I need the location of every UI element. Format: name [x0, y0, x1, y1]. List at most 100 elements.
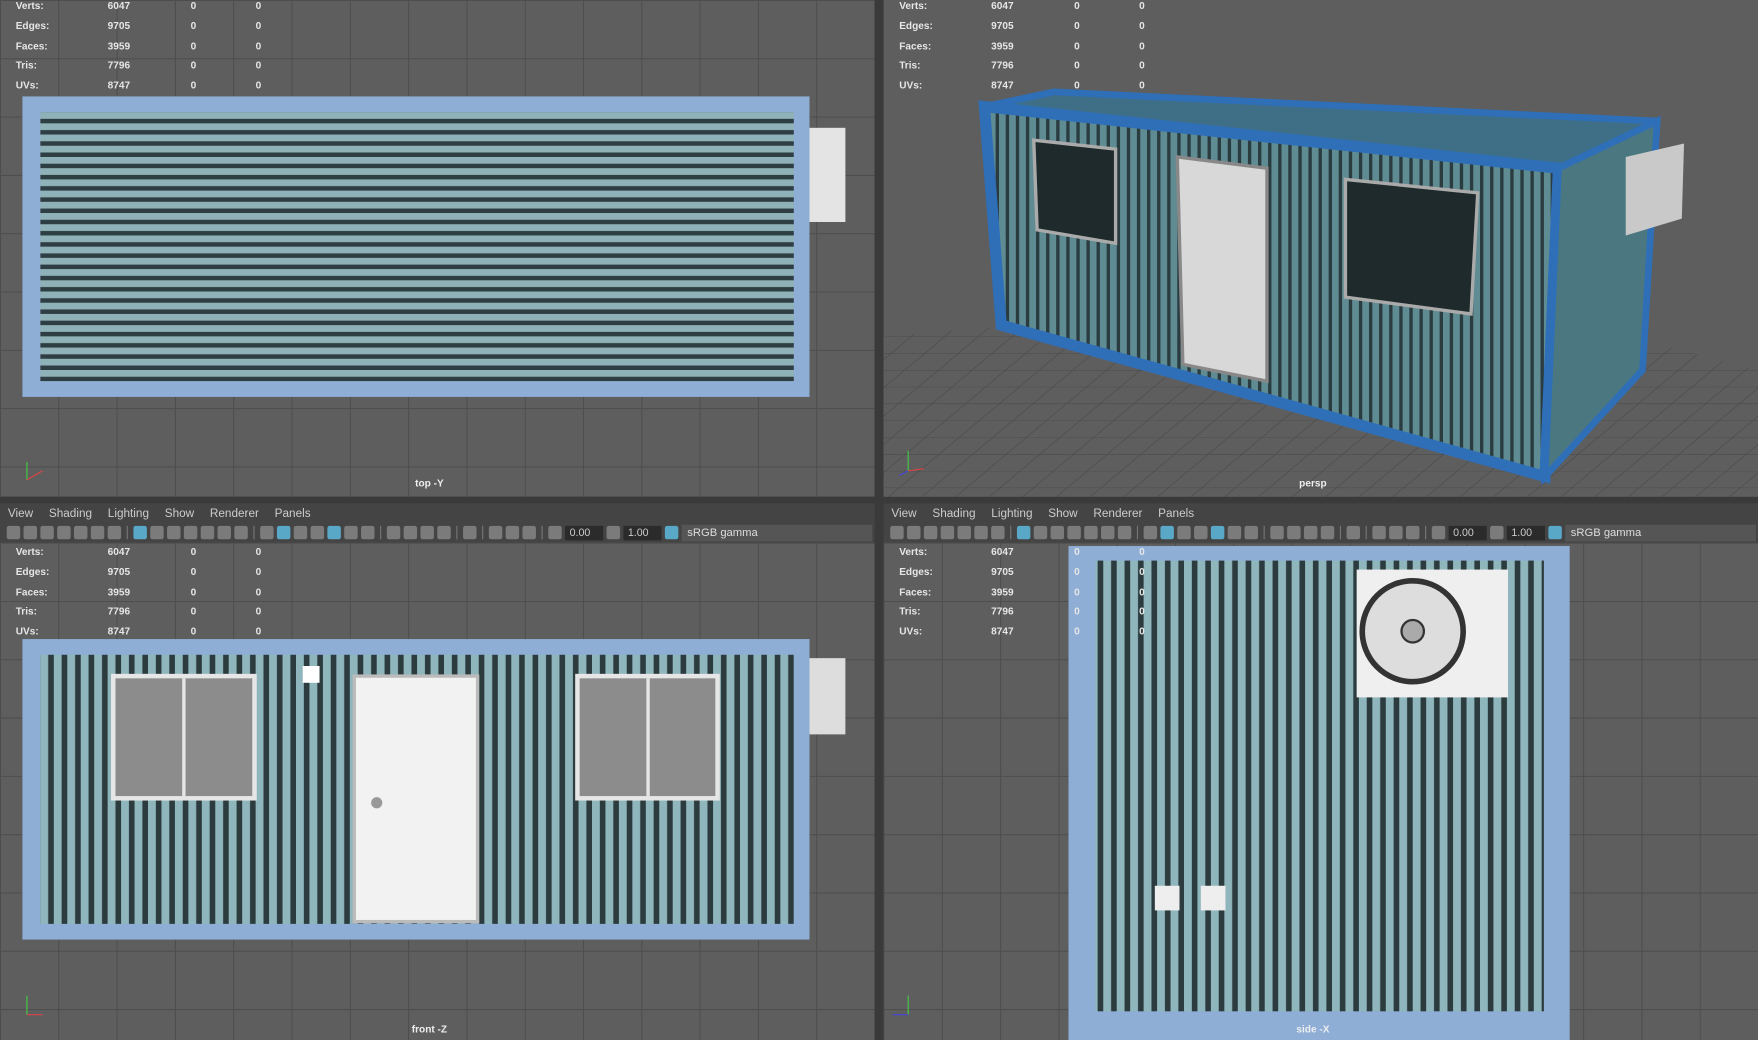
- menu-view[interactable]: View: [891, 507, 916, 520]
- lock-camera-icon[interactable]: [907, 525, 921, 540]
- bookmark-icon[interactable]: [57, 525, 71, 540]
- grid-icon[interactable]: [1016, 525, 1031, 540]
- gamma-icon[interactable]: [606, 525, 621, 540]
- snapshot-icon[interactable]: [40, 525, 54, 540]
- gate-mask-icon[interactable]: [1067, 525, 1081, 540]
- color-management-icon[interactable]: [1548, 525, 1562, 540]
- depth-of-field-icon[interactable]: [1320, 525, 1335, 540]
- film-gate-icon[interactable]: [150, 525, 164, 540]
- color-management-icon[interactable]: [664, 525, 679, 540]
- bookmark-icon[interactable]: [940, 525, 955, 540]
- menu-show[interactable]: Show: [1048, 507, 1077, 520]
- exposure-icon[interactable]: [1431, 525, 1446, 540]
- menu-view[interactable]: View: [8, 507, 33, 520]
- menu-show[interactable]: Show: [165, 507, 194, 520]
- textured-icon[interactable]: [327, 525, 341, 540]
- resolution-gate-icon[interactable]: [167, 525, 181, 540]
- bounding-box-icon[interactable]: [1194, 525, 1208, 540]
- xray-icon[interactable]: [1372, 525, 1386, 540]
- wireframe-icon[interactable]: [260, 525, 274, 540]
- hud-selected: 0: [190, 625, 197, 638]
- hud-label: Tris:: [15, 59, 38, 72]
- view-transform-select[interactable]: sRGB gamma: [681, 524, 873, 541]
- safe-title-icon[interactable]: [1117, 525, 1132, 540]
- resolution-gate-icon[interactable]: [1050, 525, 1065, 540]
- textured-icon[interactable]: [1210, 525, 1225, 540]
- toolbar-separator: [482, 525, 484, 540]
- menu-lighting[interactable]: Lighting: [108, 507, 149, 520]
- xray-joints-icon[interactable]: [505, 525, 520, 540]
- grease-pencil-icon[interactable]: [991, 525, 1005, 540]
- backface-icon[interactable]: [522, 525, 536, 540]
- lights-icon[interactable]: [1227, 525, 1242, 540]
- isolate-select-icon[interactable]: [1346, 525, 1361, 540]
- light-box: [302, 665, 320, 683]
- backface-icon[interactable]: [1405, 525, 1420, 540]
- xray-icon[interactable]: [488, 525, 503, 540]
- snapshot-icon[interactable]: [923, 525, 938, 540]
- field-chart-icon[interactable]: [200, 525, 215, 540]
- camera-icon[interactable]: [6, 525, 21, 540]
- menu-shading[interactable]: Shading: [932, 507, 975, 520]
- film-gate-icon[interactable]: [1033, 525, 1048, 540]
- hud-selected: 0: [190, 565, 197, 578]
- menu-panels[interactable]: Panels: [1158, 507, 1194, 520]
- camera-label-persp: persp: [1299, 477, 1327, 489]
- pan-zoom-icon[interactable]: [974, 525, 988, 540]
- wireframe-icon[interactable]: [1143, 525, 1158, 540]
- anti-alias-icon[interactable]: [420, 525, 434, 540]
- image-plane-icon[interactable]: [73, 525, 88, 540]
- panel-toolbar-front: 0.00 1.00 sRGB gamma: [0, 522, 875, 543]
- image-plane-icon[interactable]: [957, 525, 971, 540]
- field-chart-icon[interactable]: [1084, 525, 1098, 540]
- gate-mask-icon[interactable]: [183, 525, 198, 540]
- menu-lighting[interactable]: Lighting: [991, 507, 1032, 520]
- container-front-view[interactable]: [22, 639, 846, 940]
- menu-renderer[interactable]: Renderer: [1093, 507, 1142, 520]
- hud-value: 7796: [991, 59, 1014, 72]
- persp-window-right: [1343, 177, 1480, 316]
- exposure-field[interactable]: 0.00: [1448, 525, 1487, 540]
- smooth-shade-icon[interactable]: [276, 525, 291, 540]
- hud-value: 8747: [107, 625, 131, 638]
- camera-icon[interactable]: [890, 525, 904, 540]
- smooth-shade-icon[interactable]: [1160, 525, 1174, 540]
- grid-icon[interactable]: [133, 525, 147, 540]
- gamma-icon[interactable]: [1490, 525, 1504, 540]
- bounding-box-icon[interactable]: [310, 525, 325, 540]
- safe-title-icon[interactable]: [234, 525, 248, 540]
- motion-blur-icon[interactable]: [1287, 525, 1301, 540]
- lights-icon[interactable]: [344, 525, 358, 540]
- ambient-occlusion-icon[interactable]: [386, 525, 401, 540]
- ambient-occlusion-icon[interactable]: [1270, 525, 1284, 540]
- toolbar-separator: [1425, 525, 1427, 540]
- gamma-field[interactable]: 1.00: [623, 525, 662, 540]
- flat-shade-icon[interactable]: [1177, 525, 1191, 540]
- exposure-icon[interactable]: [548, 525, 562, 540]
- menu-shading[interactable]: Shading: [49, 507, 92, 520]
- isolate-select-icon[interactable]: [463, 525, 477, 540]
- hud-selected: 0: [190, 0, 197, 12]
- exposure-field[interactable]: 0.00: [565, 525, 604, 540]
- flat-shade-icon[interactable]: [293, 525, 308, 540]
- shadows-icon[interactable]: [361, 525, 375, 540]
- toolbar-separator: [1339, 525, 1341, 540]
- xray-joints-icon[interactable]: [1389, 525, 1403, 540]
- toolbar-separator: [1136, 525, 1139, 540]
- pan-zoom-icon[interactable]: [90, 525, 105, 540]
- container-side-view[interactable]: [1068, 546, 1570, 1040]
- anti-alias-icon[interactable]: [1303, 525, 1318, 540]
- depth-of-field-icon[interactable]: [437, 525, 451, 540]
- safe-action-icon[interactable]: [217, 525, 231, 540]
- ac-unit-top: [809, 127, 846, 222]
- container-top-view[interactable]: [22, 96, 846, 397]
- safe-action-icon[interactable]: [1101, 525, 1115, 540]
- motion-blur-icon[interactable]: [403, 525, 418, 540]
- shadows-icon[interactable]: [1244, 525, 1258, 540]
- grease-pencil-icon[interactable]: [107, 525, 122, 540]
- menu-renderer[interactable]: Renderer: [210, 507, 259, 520]
- view-transform-select[interactable]: sRGB gamma: [1565, 524, 1756, 541]
- gamma-field[interactable]: 1.00: [1506, 525, 1546, 540]
- lock-camera-icon[interactable]: [23, 525, 37, 540]
- menu-panels[interactable]: Panels: [275, 507, 311, 520]
